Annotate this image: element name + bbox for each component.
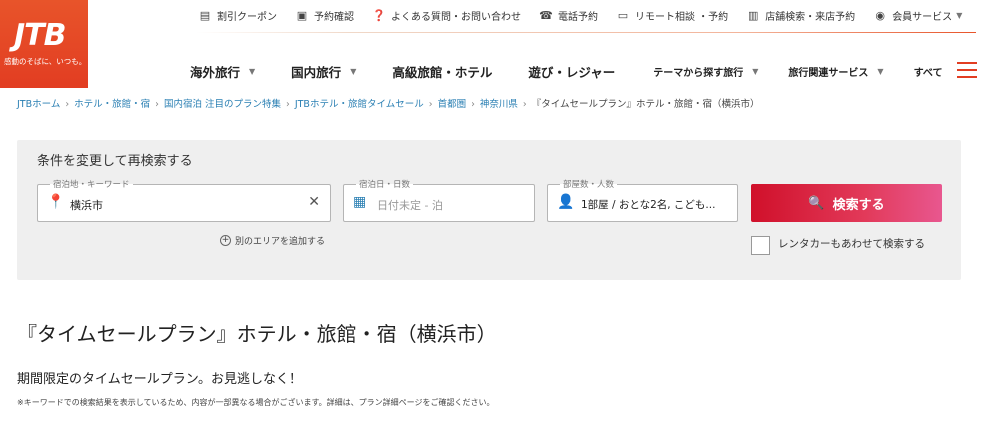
- nav-item-5[interactable]: 旅行関連サービス ▼: [788, 64, 883, 79]
- utility-link-2[interactable]: ❓ よくある質問・お問い合わせ: [372, 8, 521, 23]
- breadcrumb-separator: ›: [155, 99, 159, 110]
- breadcrumb-separator: ›: [428, 99, 433, 110]
- clear-icon[interactable]: ✕: [308, 194, 320, 210]
- coupon-icon: ▤: [199, 9, 211, 22]
- utility-link-label: 会員サービス: [892, 12, 953, 23]
- nav-item-4[interactable]: テーマから探す旅行 ▼: [653, 64, 758, 79]
- rental-car-label[interactable]: レンタカーもあわせて検索する: [778, 236, 948, 253]
- hamburger-menu-icon[interactable]: [957, 62, 977, 78]
- breadcrumb-link[interactable]: 神奈川県: [480, 99, 518, 110]
- date-input[interactable]: 日付未定 - 泊: [377, 197, 443, 213]
- search-panel-title: 条件を変更して再検索する: [37, 154, 193, 169]
- date-field[interactable]: 宿泊日・日数 ▦ 日付未定 - 泊: [343, 178, 535, 222]
- breadcrumb-link[interactable]: JTBホテル・旅館タイムセール: [295, 99, 424, 110]
- question-icon: ❓: [372, 9, 386, 22]
- nav-item-1[interactable]: 国内旅行 ▼: [291, 62, 356, 81]
- add-area-label: 別のエリアを追加する: [235, 237, 326, 247]
- breadcrumb-link[interactable]: 国内宿泊 注目のプラン特集: [164, 99, 281, 110]
- nav-item-6[interactable]: すべて: [914, 64, 943, 79]
- nav-item-label: 国内旅行: [291, 65, 342, 80]
- breadcrumb: JTBホーム › ホテル・旅館・宿 › 国内宿泊 注目のプラン特集 › JTBホテル・旅館タ…: [17, 96, 760, 110]
- utility-link-label: 店舗検索・来店予約: [765, 12, 856, 23]
- main-nav: 海外旅行 ▼ 国内旅行 ▼ 高級旅館・ホテル 遊び・レジャー テーマから探す旅行 ▼ 旅行関連サ…: [190, 62, 942, 81]
- utility-link-1[interactable]: ▣ 予約確認: [295, 8, 354, 23]
- calendar-check-icon: ▣: [296, 9, 308, 22]
- utility-link-3[interactable]: ☎ 電話予約: [539, 8, 598, 23]
- utility-bar: ▤ 割引クーポン ▣ 予約確認 ❓ よくある質問・お問い合わせ ☎ 電話予約 ▭ リモート相談 ・…: [198, 8, 980, 23]
- location-input[interactable]: 横浜市: [70, 197, 103, 213]
- utility-divider: [196, 32, 976, 33]
- breadcrumb-separator: ›: [471, 99, 475, 110]
- utility-link-label: リモート相談 ・予約: [635, 12, 729, 23]
- breadcrumb-separator: ›: [522, 99, 527, 110]
- chevron-down-icon: ▼: [249, 67, 256, 76]
- nav-item-2[interactable]: 高級旅館・ホテル: [392, 62, 492, 81]
- utility-link-6[interactable]: ◉ 会員サービス ▼: [873, 8, 962, 23]
- person-icon: 👤: [557, 194, 575, 210]
- utility-link-5[interactable]: ▥ 店舗検索・来店予約: [746, 8, 855, 23]
- phone-icon: ☎: [539, 9, 553, 22]
- rental-car-checkbox[interactable]: [751, 236, 770, 255]
- guests-field[interactable]: 部屋数・人数 👤 1部屋 / おとな2名, こども...: [547, 178, 738, 222]
- calendar-icon: ▦: [353, 194, 367, 210]
- map-pin-icon: 📍: [47, 194, 65, 210]
- search-button-label: 検索する: [832, 197, 885, 213]
- search-icon: 🔍: [808, 195, 825, 211]
- nav-item-3[interactable]: 遊び・レジャー: [528, 62, 615, 81]
- plus-circle-icon: +: [220, 235, 231, 246]
- utility-link-label: 予約確認: [314, 12, 354, 23]
- nav-item-label: 高級旅館・ホテル: [392, 65, 493, 80]
- utility-link-label: よくある質問・お問い合わせ: [391, 12, 521, 23]
- chevron-down-icon: ▼: [752, 67, 759, 76]
- breadcrumb-separator: ›: [65, 99, 70, 110]
- nav-item-label: 遊び・レジャー: [528, 65, 616, 80]
- utility-link-4[interactable]: ▭ リモート相談 ・予約: [616, 8, 728, 23]
- breadcrumb-separator: ›: [286, 99, 290, 110]
- chevron-down-icon: ▼: [956, 11, 963, 20]
- page-note: ※キーワードでの検索結果を表示しているため、内容が一部異なる場合がございます。詳…: [17, 398, 495, 407]
- nav-item-label: すべて: [913, 68, 943, 79]
- search-panel: 条件を変更して再検索する 宿泊地・キーワード 📍 横浜市 ✕ 宿泊日・日数 ▦ …: [17, 140, 961, 280]
- date-label: 宿泊日・日数: [356, 178, 414, 190]
- chevron-down-icon: ▼: [350, 67, 357, 76]
- store-icon: ▥: [747, 9, 759, 22]
- logo-tagline: 感動のそばに、いつも。: [4, 57, 87, 66]
- page-title: 『タイムセールプラン』ホテル・旅館・宿（横浜市）: [17, 322, 497, 346]
- add-area-link[interactable]: + 別のエリアを追加する: [220, 234, 325, 247]
- utility-link-0[interactable]: ▤ 割引クーポン: [198, 8, 277, 23]
- breadcrumb-current: 『タイムセールプラン』ホテル・旅館・宿（横浜市）: [531, 99, 760, 110]
- nav-item-label: 旅行関連サービス: [788, 68, 869, 79]
- nav-item-label: 海外旅行: [190, 65, 241, 80]
- page-lead: 期間限定のタイムセールプラン。お見逃しなく！: [17, 372, 302, 387]
- utility-link-label: 電話予約: [558, 12, 598, 23]
- chevron-down-icon: ▼: [877, 67, 884, 76]
- nav-item-label: テーマから探す旅行: [653, 68, 744, 79]
- utility-link-label: 割引クーポン: [217, 12, 277, 23]
- breadcrumb-link[interactable]: 首都圏: [438, 99, 467, 110]
- breadcrumb-link[interactable]: JTBホーム: [17, 99, 60, 110]
- guests-label: 部屋数・人数: [560, 178, 618, 190]
- logo-mark: JTB: [14, 18, 66, 53]
- jtb-logo[interactable]: JTB 感動のそばに、いつも。: [0, 0, 88, 88]
- location-label: 宿泊地・キーワード: [50, 178, 133, 190]
- remote-icon: ▭: [617, 9, 629, 22]
- search-button[interactable]: 🔍 検索する: [751, 184, 942, 222]
- breadcrumb-link[interactable]: ホテル・旅館・宿: [74, 99, 150, 110]
- member-icon: ◉: [875, 9, 885, 22]
- nav-item-0[interactable]: 海外旅行 ▼: [190, 62, 255, 81]
- guests-input[interactable]: 1部屋 / おとな2名, こども...: [581, 197, 715, 212]
- location-field[interactable]: 宿泊地・キーワード 📍 横浜市 ✕: [37, 178, 331, 222]
